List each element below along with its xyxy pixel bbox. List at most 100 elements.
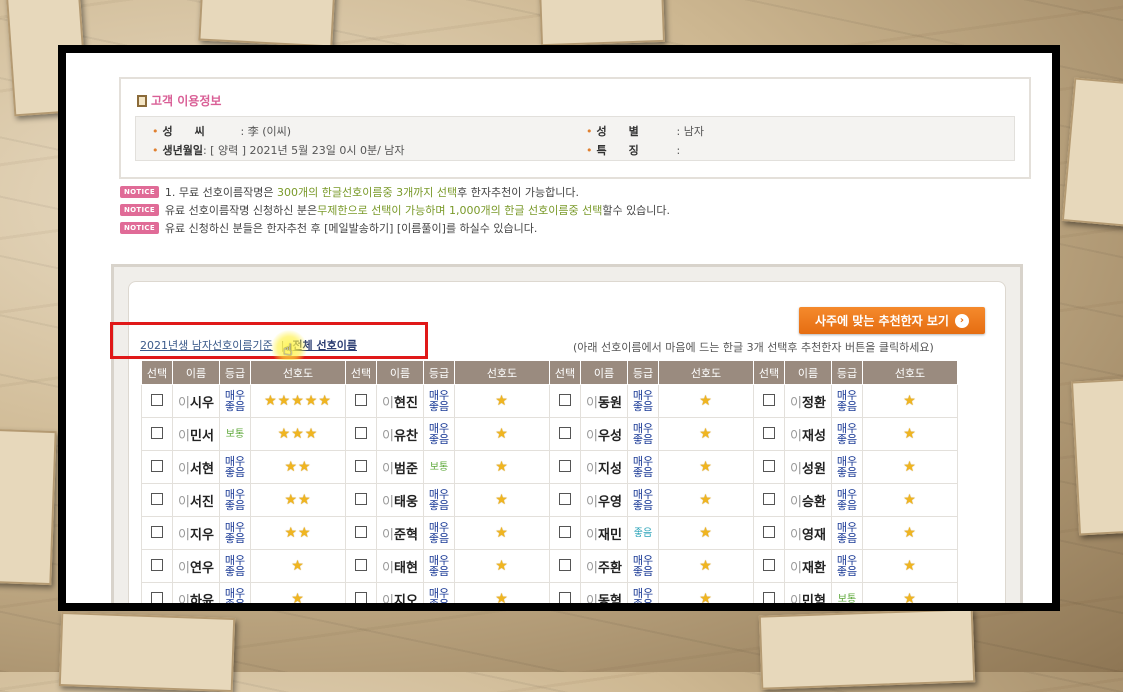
- info-label-feature: 특 징: [596, 144, 639, 157]
- name-checkbox[interactable]: [151, 426, 163, 439]
- table-row: 이지우 매우 좋음 ★★ 이준혁 매우 좋음 ★ 이재민 좋음 ★ 이영재 매우 좋음 ★: [141, 516, 958, 550]
- select-cell: [141, 582, 173, 603]
- table-row: 이서현 매우 좋음 ★★ 이범준 보통 ★ 이지성 매우 좋음 ★ 이성원 매우 좋음 ★: [141, 450, 958, 484]
- name-list-card: 사주에 맞는 추천한자 보기 › (아래 선호이름에서 마음에 드는 한글 3개…: [110, 281, 1006, 604]
- table-row: 이연우 매우 좋음 ★ 이태현 매우 좋음 ★ 이주환 매우 좋음 ★ 이재환 매우 좋음 ★: [141, 549, 958, 583]
- info-row-surname: • 성 씨: 李 (이씨): [152, 125, 292, 138]
- name-checkbox[interactable]: [763, 393, 775, 406]
- select-cell: [345, 516, 377, 550]
- star-icon: ★: [699, 525, 713, 541]
- background-plaque: [1061, 77, 1123, 227]
- column-header: 선호도: [454, 360, 550, 385]
- name-checkbox[interactable]: [355, 393, 367, 406]
- background-plaque: [58, 611, 236, 692]
- select-cell: [141, 549, 173, 583]
- preference-cell: ★: [862, 549, 958, 583]
- browser-page: 고객 이용정보 • 성 씨: 李 (이씨) • 생년월일: [ 양력 ] 2021년…: [66, 53, 1052, 603]
- name-cell: 이성원: [784, 450, 832, 484]
- star-icon: ★: [699, 393, 713, 409]
- preference-cell: ★★★: [250, 417, 346, 451]
- name-checkbox[interactable]: [763, 525, 775, 538]
- given-name-text: 영재: [802, 527, 826, 543]
- star-icon: ★: [298, 492, 312, 508]
- hand-cursor-icon: ☝: [283, 340, 293, 359]
- name-checkbox[interactable]: [559, 459, 571, 472]
- name-checkbox[interactable]: [559, 426, 571, 439]
- name-checkbox[interactable]: [151, 492, 163, 505]
- recommend-hanja-button[interactable]: 사주에 맞는 추천한자 보기 ›: [799, 307, 985, 334]
- star-icon: ★: [903, 426, 917, 442]
- grade-cell: 보통: [219, 417, 251, 451]
- grade-text: 좋음: [224, 466, 246, 479]
- name-checkbox[interactable]: [151, 558, 163, 571]
- grade-text: 좋음: [836, 433, 858, 446]
- select-cell: [141, 516, 173, 550]
- name-cell: 이현진: [376, 384, 424, 418]
- grade-text: 좋음: [428, 400, 450, 413]
- grade-cell: 매우좋음: [627, 417, 659, 451]
- name-cell: 이지오: [376, 582, 424, 604]
- name-checkbox[interactable]: [355, 558, 367, 571]
- grade-text: 좋음: [632, 499, 654, 512]
- star-icon: ★: [495, 393, 509, 409]
- select-cell: [753, 384, 785, 418]
- surname-text: 이: [790, 527, 803, 543]
- name-checkbox[interactable]: [355, 591, 367, 603]
- star-icon: ★: [495, 558, 509, 574]
- name-cell: 이동원: [580, 384, 628, 418]
- name-checkbox[interactable]: [763, 591, 775, 603]
- name-checkbox[interactable]: [559, 558, 571, 571]
- star-icon: ★: [495, 492, 509, 508]
- surname-text: 이: [586, 461, 599, 477]
- column-header: 이름: [580, 360, 628, 385]
- name-cell: 이민서: [172, 417, 220, 451]
- name-checkbox[interactable]: [151, 591, 163, 603]
- notice-badge: NOTICE: [120, 222, 159, 234]
- surname-text: 이: [178, 527, 191, 543]
- name-checkbox[interactable]: [763, 558, 775, 571]
- grade-cell: 매우좋음: [423, 417, 455, 451]
- star-icon: ★: [903, 525, 917, 541]
- star-icon: ★: [699, 492, 713, 508]
- name-checkbox[interactable]: [559, 525, 571, 538]
- name-checkbox[interactable]: [355, 492, 367, 505]
- info-label-surname: 성 씨: [162, 125, 205, 138]
- name-checkbox[interactable]: [355, 525, 367, 538]
- name-checkbox[interactable]: [151, 459, 163, 472]
- notice-text-3: 유료 신청하신 분들은 한자추천 후 [메일발송하기] [이름풀이]를 하실수 …: [164, 222, 538, 235]
- name-checkbox[interactable]: [559, 492, 571, 505]
- info-row-feature: • 특 징:: [586, 144, 681, 157]
- select-cell: [345, 384, 377, 418]
- given-name-text: 주환: [598, 560, 622, 576]
- grade-text: 좋음: [628, 599, 658, 603]
- grade-cell: 매우좋음: [423, 483, 455, 517]
- name-cell: 이유찬: [376, 417, 424, 451]
- name-checkbox[interactable]: [151, 393, 163, 406]
- surname-text: 이: [586, 593, 599, 604]
- given-name-text: 유찬: [394, 428, 418, 444]
- preference-cell: ★: [250, 582, 346, 603]
- name-checkbox[interactable]: [763, 459, 775, 472]
- grade-cell: 매우좋음: [219, 384, 251, 418]
- given-name-text: 지오: [394, 593, 418, 604]
- surname-text: 이: [586, 428, 599, 444]
- name-checkbox[interactable]: [355, 459, 367, 472]
- name-checkbox[interactable]: [559, 393, 571, 406]
- select-cell: [549, 450, 581, 484]
- link-year-ranking[interactable]: 2021년생 남자선호이름기준: [140, 339, 273, 352]
- grade-text: 좋음: [836, 532, 858, 545]
- name-checkbox[interactable]: [559, 591, 571, 603]
- star-icon: ★: [699, 459, 713, 475]
- grade-cell: 매우좋음: [219, 450, 251, 484]
- star-icon: ★: [284, 492, 298, 508]
- name-checkbox[interactable]: [151, 525, 163, 538]
- given-name-text: 현진: [394, 395, 418, 411]
- name-checkbox[interactable]: [763, 426, 775, 439]
- info-value-surname: : 李 (이씨): [240, 125, 292, 138]
- grade-cell: 보통: [423, 450, 455, 484]
- grade-text: 좋음: [224, 499, 246, 512]
- info-value-birth: : [ 양력 ] 2021년 5월 23일 0시 0분/ 남자: [202, 144, 405, 157]
- name-checkbox[interactable]: [355, 426, 367, 439]
- preference-cell: ★: [862, 450, 958, 484]
- name-checkbox[interactable]: [763, 492, 775, 505]
